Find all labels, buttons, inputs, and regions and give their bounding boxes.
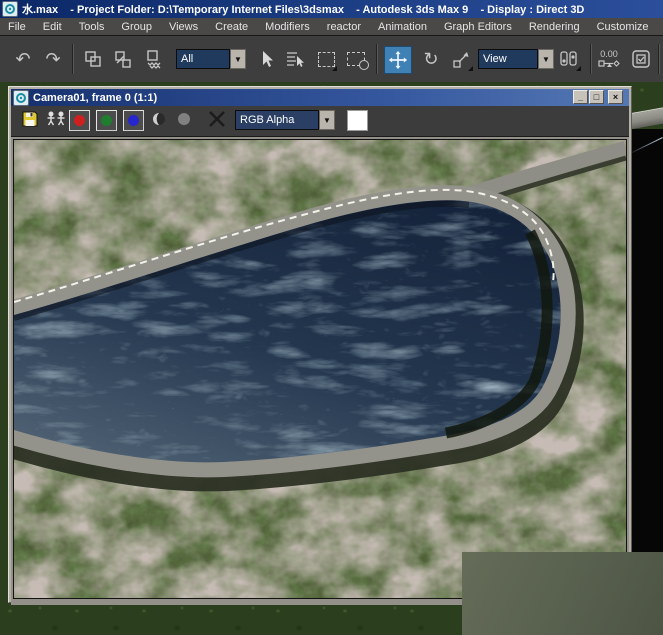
toolbar-separator bbox=[590, 44, 592, 74]
rendered-image bbox=[13, 139, 627, 599]
channel-display-value: RGB Alpha bbox=[235, 110, 319, 130]
menu-rendering[interactable]: Rendering bbox=[529, 21, 580, 33]
red-channel-icon bbox=[74, 115, 85, 126]
select-object-button[interactable] bbox=[254, 46, 278, 72]
scale-icon bbox=[452, 50, 470, 68]
select-by-name-button[interactable] bbox=[282, 46, 308, 72]
background-color-swatch[interactable] bbox=[347, 110, 368, 131]
move-icon bbox=[388, 50, 408, 70]
menu-file[interactable]: File bbox=[8, 21, 26, 33]
menu-reactor[interactable]: reactor bbox=[327, 21, 361, 33]
unlink-selection-button[interactable] bbox=[110, 46, 136, 72]
selection-filter-dropdown[interactable]: All ▼ bbox=[176, 49, 246, 69]
redo-icon: ↷ bbox=[45, 50, 60, 68]
bind-to-space-warp-button[interactable] bbox=[142, 46, 168, 72]
undo-icon: ↶ bbox=[15, 50, 30, 68]
dropdown-arrow-icon[interactable]: ▼ bbox=[538, 49, 554, 69]
rfw-toolbar: RGB Alpha ▼ bbox=[11, 106, 629, 137]
pivot-center-icon bbox=[559, 49, 579, 69]
minimize-button[interactable]: _ bbox=[573, 90, 588, 104]
menu-modifiers[interactable]: Modifiers bbox=[265, 21, 310, 33]
rfw-view-area bbox=[11, 137, 629, 605]
select-by-name-icon bbox=[285, 50, 305, 68]
unlink-icon bbox=[114, 50, 132, 68]
monochrome-icon bbox=[175, 110, 193, 128]
green-channel-icon bbox=[101, 115, 112, 126]
space-warp-icon bbox=[145, 49, 165, 69]
viewport-water-area bbox=[632, 129, 663, 553]
select-and-rotate-button[interactable]: ↻ bbox=[418, 46, 444, 72]
rendered-frame-window: Camera01, frame 0 (1:1) _ □ × bbox=[8, 86, 632, 603]
rfw-title: Camera01, frame 0 (1:1) bbox=[33, 92, 157, 104]
menu-edit[interactable]: Edit bbox=[43, 21, 62, 33]
viewport-strip-left[interactable] bbox=[0, 82, 8, 635]
maximize-button[interactable]: □ bbox=[589, 90, 604, 104]
clone-figures-icon bbox=[45, 110, 67, 128]
menu-create[interactable]: Create bbox=[215, 21, 248, 33]
rfw-window-icon bbox=[13, 90, 29, 106]
rotate-icon: ↻ bbox=[423, 50, 438, 68]
menu-tools[interactable]: Tools bbox=[79, 21, 105, 33]
close-button[interactable]: × bbox=[608, 90, 623, 104]
spinner-snap-value: 0.00 bbox=[600, 49, 618, 59]
use-pivot-point-center-button[interactable] bbox=[556, 46, 582, 72]
3dsmax-application: 水.max - Project Folder: D:\Temporary Int… bbox=[0, 0, 663, 635]
spinner-snap-icon: 0.00 bbox=[598, 49, 620, 69]
enable-green-channel-button[interactable] bbox=[96, 110, 117, 131]
alpha-channel-icon bbox=[150, 110, 168, 128]
dropdown-arrow-icon[interactable]: ▼ bbox=[230, 49, 246, 69]
menu-graph-editors[interactable]: Graph Editors bbox=[444, 21, 512, 33]
rfw-titlebar[interactable]: Camera01, frame 0 (1:1) _ □ × bbox=[11, 89, 629, 106]
save-icon bbox=[21, 110, 39, 128]
menu-customize[interactable]: Customize bbox=[597, 21, 649, 33]
selection-region-icon bbox=[318, 52, 335, 67]
menu-group[interactable]: Group bbox=[121, 21, 152, 33]
toolbar-separator bbox=[72, 44, 74, 74]
menu-views[interactable]: Views bbox=[169, 21, 198, 33]
manipulate-icon bbox=[631, 49, 651, 69]
menu-bar: File Edit Tools Group Views Create Modif… bbox=[0, 18, 663, 36]
window-title: 水.max - Project Folder: D:\Temporary Int… bbox=[22, 1, 584, 17]
selection-filter-value: All bbox=[176, 49, 230, 69]
save-bitmap-button[interactable] bbox=[21, 110, 39, 128]
reference-coordinate-system-dropdown[interactable]: View ▼ bbox=[478, 49, 554, 69]
enable-blue-channel-button[interactable] bbox=[123, 110, 144, 131]
display-alpha-channel-button[interactable] bbox=[150, 110, 168, 128]
main-toolbar: ↶ ↷ All ▼ ↻ bbox=[0, 37, 663, 83]
select-and-manipulate-button[interactable] bbox=[628, 46, 654, 72]
enable-red-channel-button[interactable] bbox=[69, 110, 90, 131]
menu-animation[interactable]: Animation bbox=[378, 21, 427, 33]
channel-display-dropdown[interactable]: RGB Alpha ▼ bbox=[235, 110, 335, 130]
rectangular-selection-region-button[interactable] bbox=[314, 46, 338, 72]
spinner-snap-toggle-button[interactable]: 0.00 bbox=[596, 46, 622, 72]
window-titlebar[interactable]: 水.max - Project Folder: D:\Temporary Int… bbox=[0, 0, 663, 18]
select-and-move-button[interactable] bbox=[384, 46, 412, 74]
window-crossing-toggle-button[interactable] bbox=[342, 46, 370, 72]
undo-button[interactable]: ↶ bbox=[10, 46, 36, 72]
window-crossing-icon bbox=[347, 52, 365, 66]
clear-x-icon bbox=[208, 110, 226, 128]
blue-channel-icon bbox=[128, 115, 139, 126]
redo-button[interactable]: ↷ bbox=[40, 46, 66, 72]
3dsmax-app-icon bbox=[2, 1, 18, 17]
select-and-link-button[interactable] bbox=[80, 46, 106, 72]
toolbar-separator bbox=[658, 44, 660, 74]
link-icon bbox=[84, 50, 102, 68]
select-arrow-icon bbox=[258, 50, 274, 68]
dropdown-arrow-icon[interactable]: ▼ bbox=[319, 110, 335, 130]
toolbar-separator bbox=[376, 44, 378, 74]
clear-button[interactable] bbox=[208, 110, 226, 128]
overlay-panel bbox=[462, 552, 663, 635]
select-and-scale-button[interactable] bbox=[448, 46, 474, 72]
coord-system-value: View bbox=[478, 49, 538, 69]
monochrome-button[interactable] bbox=[175, 110, 193, 128]
clone-rendered-frame-button[interactable] bbox=[45, 110, 67, 128]
viewport-curb-edge bbox=[632, 106, 663, 130]
